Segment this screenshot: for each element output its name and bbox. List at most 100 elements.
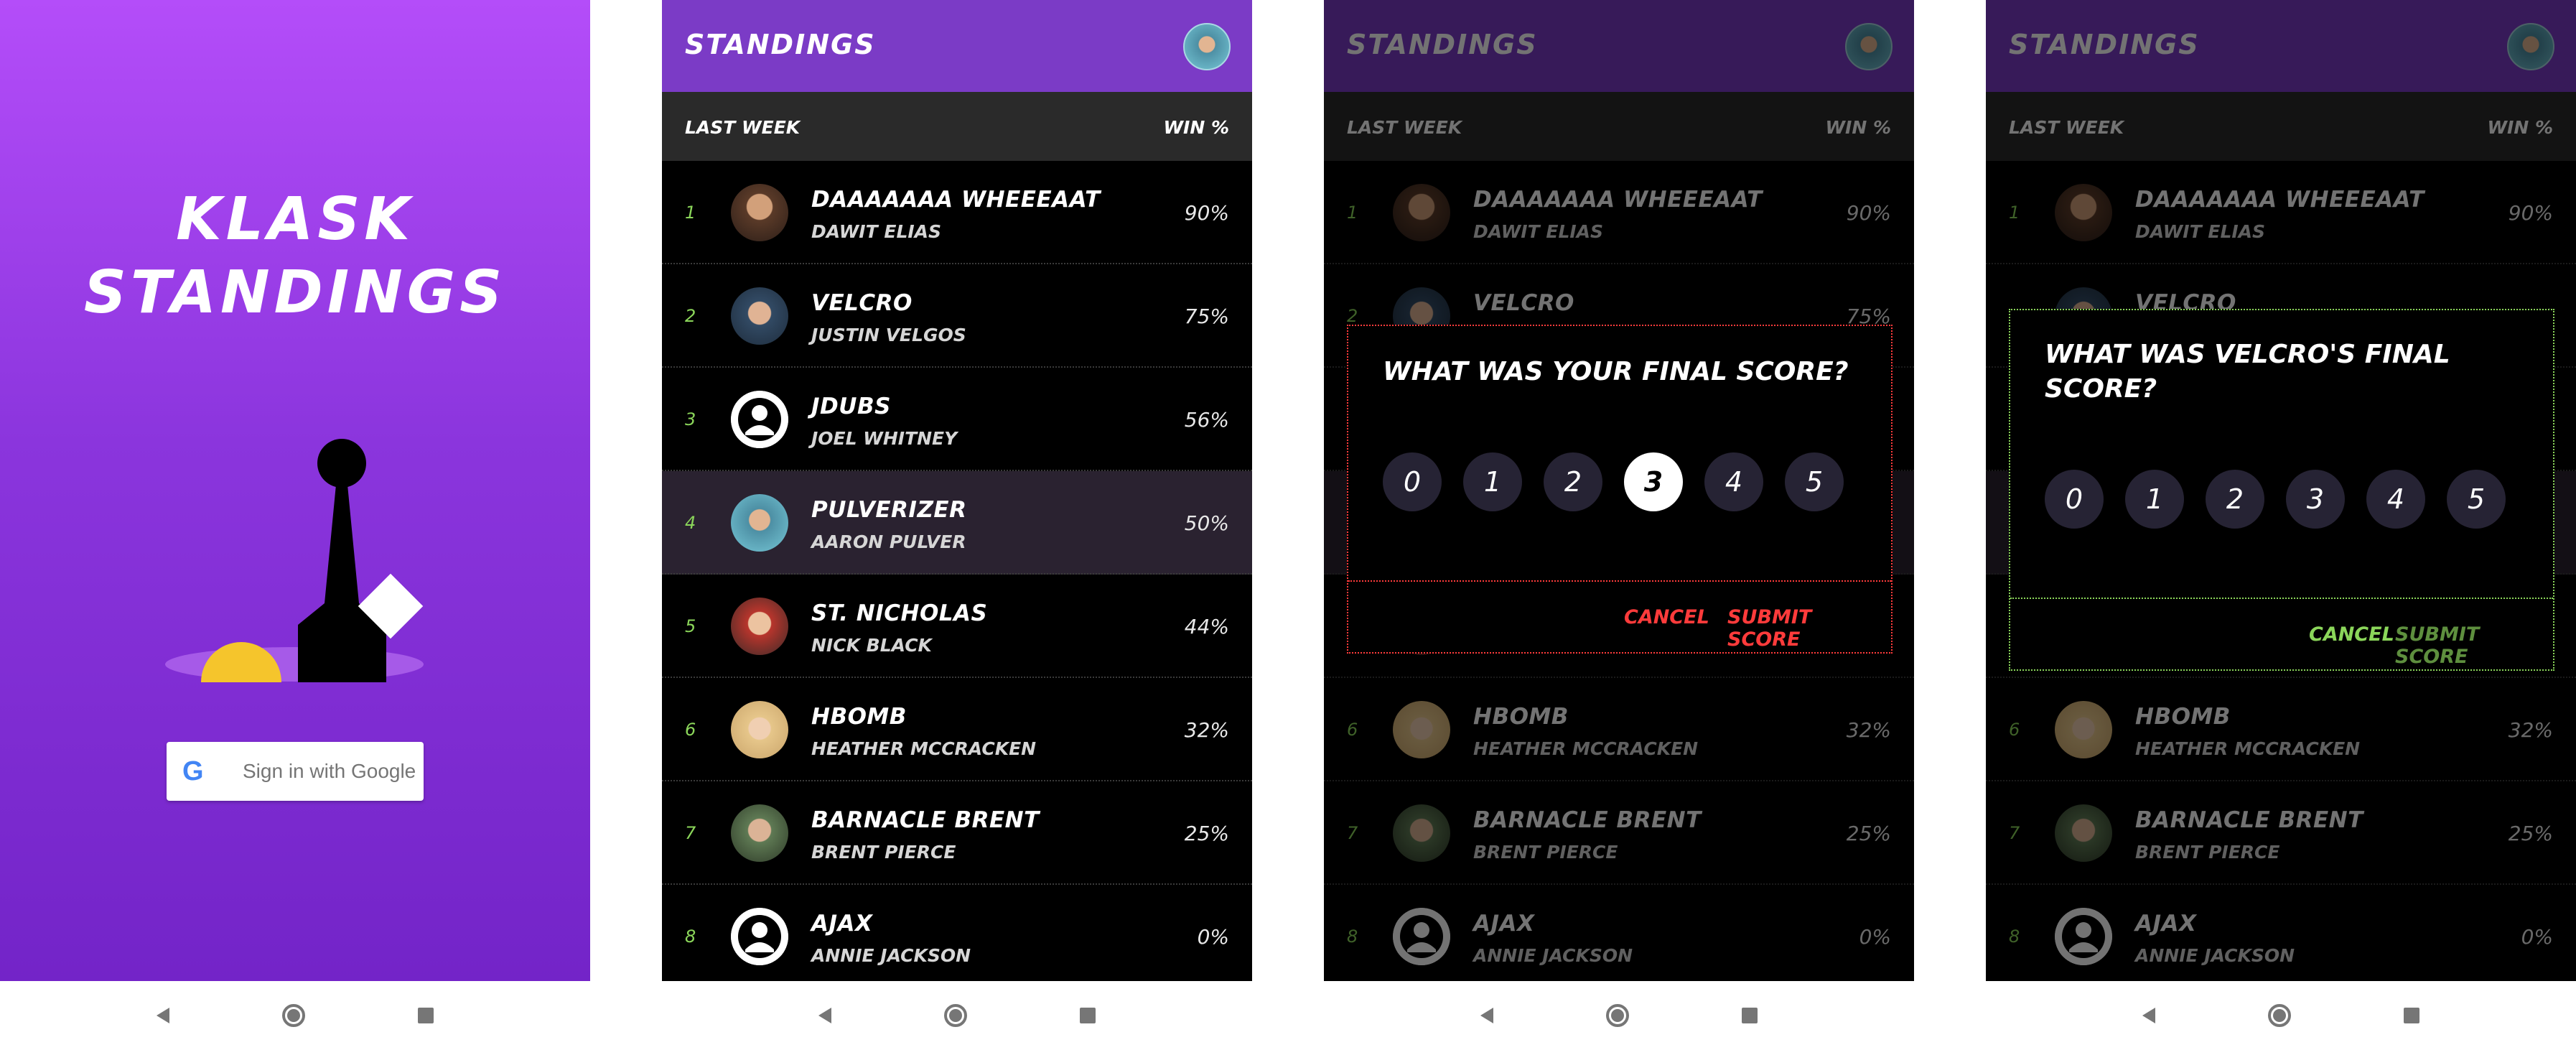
page-title: STANDINGS bbox=[685, 29, 876, 60]
standings-row[interactable]: 7 BARNACLE BRENT BRENT PIERCE 25% bbox=[662, 781, 1252, 885]
player-avatar bbox=[731, 287, 788, 345]
player-name: JOEL WHITNEY bbox=[811, 428, 958, 449]
score-options: 012345 bbox=[1383, 452, 1844, 511]
win-percentage: 50% bbox=[1184, 511, 1229, 535]
back-icon[interactable] bbox=[1480, 1008, 1494, 1023]
home-icon[interactable] bbox=[2267, 1004, 2291, 1027]
app-bar: STANDINGS bbox=[662, 0, 1252, 92]
standings-content: STANDINGS LAST WEEK WIN % 1DAAAAAAA WHEE… bbox=[1986, 0, 2576, 981]
dialog-actions: CANCEL SUBMIT SCORE bbox=[1348, 580, 1891, 654]
win-percentage: 56% bbox=[1184, 408, 1229, 432]
opponent-score-screen: STANDINGS LAST WEEK WIN % 1DAAAAAAA WHEE… bbox=[1986, 0, 2576, 1050]
rank-number: 8 bbox=[685, 926, 696, 947]
player-name: JUSTIN VELGOS bbox=[811, 325, 966, 345]
rank-number: 6 bbox=[685, 720, 696, 740]
standings-row[interactable]: 1 DAAAAAAA WHEEEAAT DAWIT ELIAS 90% bbox=[662, 161, 1252, 264]
android-nav-bar bbox=[1986, 981, 2576, 1050]
android-nav-bar bbox=[1324, 981, 1914, 1050]
rank-number: 5 bbox=[685, 616, 696, 636]
standings-row[interactable]: 4 PULVERIZER AARON PULVER 50% bbox=[662, 471, 1252, 575]
dialog-question: WHAT WAS VELCRO'S FINAL SCORE? bbox=[2045, 338, 2450, 406]
score-option-3[interactable]: 3 bbox=[2286, 470, 2345, 529]
dialog-question: WHAT WAS YOUR FINAL SCORE? bbox=[1383, 357, 1849, 386]
score-option-0[interactable]: 0 bbox=[2045, 470, 2104, 529]
recents-icon[interactable] bbox=[1079, 1008, 1096, 1023]
standings-content: STANDINGS LAST WEEK WIN % 1DAAAAAAA WHEE… bbox=[1324, 0, 1914, 981]
player-avatar bbox=[731, 391, 788, 448]
player-nickname: AJAX bbox=[811, 911, 873, 937]
player-nickname: PULVERIZER bbox=[811, 497, 967, 523]
standings-row[interactable]: 8 AJAX ANNIE JACKSON 0% bbox=[662, 885, 1252, 981]
player-avatar bbox=[731, 701, 788, 758]
login-background: KLASK STANDINGS G Sign in with Google bbox=[0, 0, 590, 981]
player-avatar bbox=[731, 494, 788, 552]
standings-row[interactable]: 3 JDUBS JOEL WHITNEY 56% bbox=[662, 368, 1252, 471]
app-title-line1: KLASK bbox=[176, 185, 414, 254]
login-screen: KLASK STANDINGS G Sign in with Google bbox=[0, 0, 590, 1050]
cancel-button[interactable]: CANCEL bbox=[1624, 606, 1709, 628]
player-name: NICK BLACK bbox=[811, 635, 932, 656]
player-name: HEATHER MCCRACKEN bbox=[811, 738, 1037, 759]
score-option-1[interactable]: 1 bbox=[1463, 452, 1522, 511]
striker-body bbox=[298, 485, 386, 682]
app-title-line2: STANDINGS bbox=[83, 259, 507, 327]
player-name: ANNIE JACKSON bbox=[811, 945, 971, 966]
player-name: AARON PULVER bbox=[811, 531, 966, 552]
own-score-screen: STANDINGS LAST WEEK WIN % 1DAAAAAAA WHEE… bbox=[1324, 0, 1914, 1050]
player-nickname: HBOMB bbox=[811, 704, 907, 730]
score-option-2[interactable]: 2 bbox=[2206, 470, 2264, 529]
recents-icon[interactable] bbox=[2403, 1008, 2419, 1023]
recents-icon[interactable] bbox=[1741, 1008, 1758, 1023]
score-option-3[interactable]: 3 bbox=[1624, 452, 1683, 511]
own-score-dialog: WHAT WAS YOUR FINAL SCORE? 012345 CANCEL… bbox=[1347, 325, 1893, 654]
home-icon[interactable] bbox=[281, 1004, 305, 1027]
user-avatar[interactable] bbox=[1183, 23, 1231, 70]
player-avatar bbox=[731, 804, 788, 862]
opponent-score-dialog: WHAT WAS VELCRO'S FINAL SCORE? 012345 CA… bbox=[2009, 309, 2554, 671]
google-signin-button[interactable]: G Sign in with Google bbox=[167, 742, 424, 801]
default-person-icon bbox=[731, 908, 788, 965]
score-option-5[interactable]: 5 bbox=[2447, 470, 2506, 529]
default-person-icon bbox=[731, 391, 788, 448]
android-nav-bar bbox=[0, 981, 590, 1050]
rank-number: 3 bbox=[685, 409, 696, 429]
standings-row[interactable]: 5 ST. NICHOLAS NICK BLACK 44% bbox=[662, 575, 1252, 678]
home-icon[interactable] bbox=[1605, 1004, 1629, 1027]
score-option-0[interactable]: 0 bbox=[1383, 452, 1442, 511]
win-percentage: 25% bbox=[1184, 822, 1229, 845]
google-signin-label: Sign in with Google bbox=[243, 760, 416, 782]
back-icon[interactable] bbox=[818, 1008, 832, 1023]
player-nickname: ST. NICHOLAS bbox=[811, 600, 988, 626]
app-title: KLASK STANDINGS bbox=[0, 183, 590, 330]
home-icon[interactable] bbox=[943, 1004, 967, 1027]
score-option-5[interactable]: 5 bbox=[1785, 452, 1844, 511]
android-nav-bar bbox=[662, 981, 1252, 1050]
rank-number: 7 bbox=[685, 823, 696, 843]
player-avatar bbox=[731, 184, 788, 241]
player-avatar bbox=[731, 598, 788, 655]
google-icon: G bbox=[182, 756, 204, 786]
player-nickname: DAAAAAAA WHEEEAAT bbox=[811, 187, 1101, 213]
back-icon[interactable] bbox=[2142, 1008, 2156, 1023]
rank-number: 2 bbox=[685, 306, 696, 326]
standings-row[interactable]: 2 VELCRO JUSTIN VELGOS 75% bbox=[662, 264, 1252, 368]
back-icon[interactable] bbox=[157, 1008, 170, 1023]
dialog-actions: CANCEL SUBMIT SCORE bbox=[2010, 598, 2553, 671]
score-option-4[interactable]: 4 bbox=[2366, 470, 2425, 529]
player-name: BRENT PIERCE bbox=[811, 842, 956, 863]
period-label[interactable]: LAST WEEK bbox=[685, 117, 800, 138]
klask-logo-illustration bbox=[165, 439, 424, 682]
score-option-4[interactable]: 4 bbox=[1704, 452, 1763, 511]
standings-header: LAST WEEK WIN % bbox=[662, 92, 1252, 161]
submit-score-button[interactable]: SUBMIT SCORE bbox=[1727, 606, 1891, 651]
standings-row[interactable]: 6 HBOMB HEATHER MCCRACKEN 32% bbox=[662, 678, 1252, 781]
score-option-1[interactable]: 1 bbox=[2125, 470, 2184, 529]
win-percentage: 0% bbox=[1197, 925, 1229, 949]
cancel-button[interactable]: CANCEL bbox=[2309, 623, 2394, 646]
rank-number: 4 bbox=[685, 513, 696, 533]
standings-content: STANDINGS LAST WEEK WIN % 1DAAAAAAA WHEE… bbox=[662, 0, 1252, 981]
recents-icon[interactable] bbox=[417, 1008, 434, 1023]
score-option-2[interactable]: 2 bbox=[1544, 452, 1602, 511]
submit-score-button[interactable]: SUBMIT SCORE bbox=[2395, 623, 2553, 668]
win-percentage: 75% bbox=[1184, 305, 1229, 328]
